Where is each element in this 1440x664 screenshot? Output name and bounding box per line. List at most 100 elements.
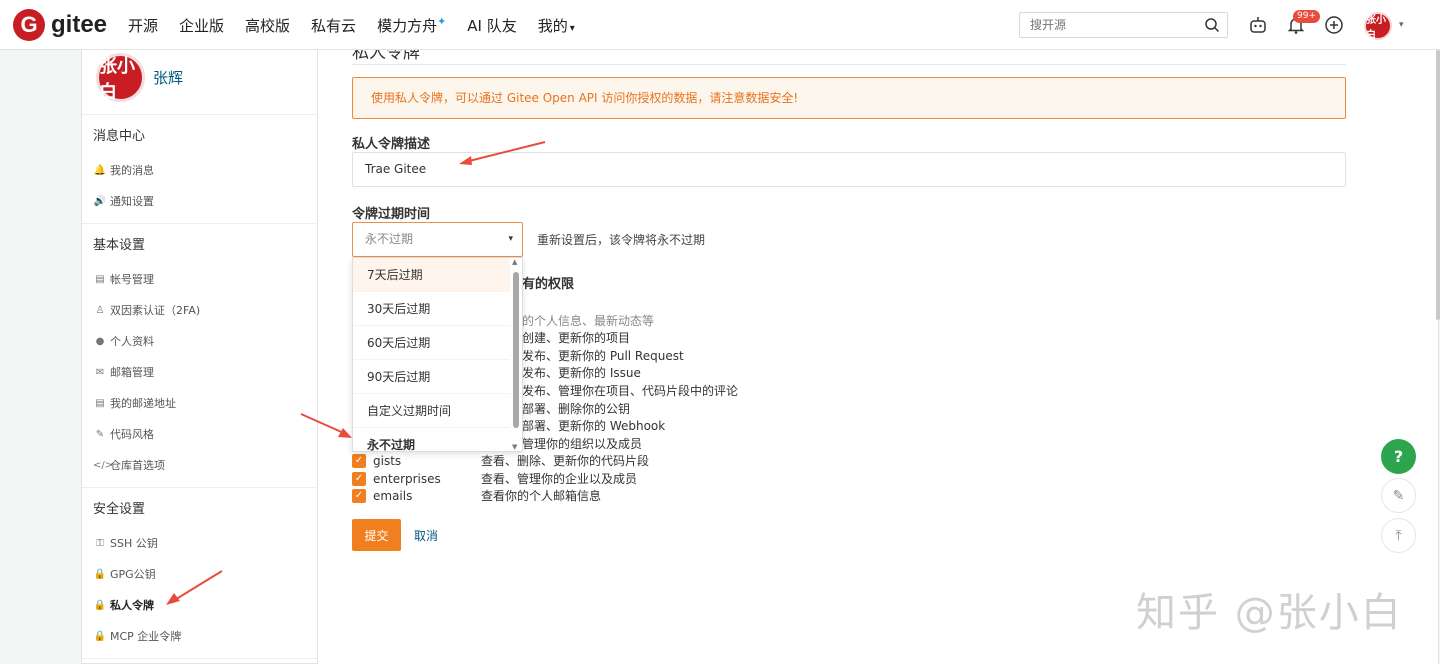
nav-education[interactable]: 高校版 bbox=[245, 15, 290, 36]
sidebar-item-label: 仓库首选项 bbox=[110, 459, 165, 472]
title-divider bbox=[352, 64, 1346, 65]
code-icon: </> bbox=[93, 460, 114, 471]
sidebar-item[interactable]: 🔒 私人令牌 bbox=[82, 590, 317, 621]
submit-button[interactable]: 提交 bbox=[352, 519, 401, 551]
key-icon: ⚿ bbox=[96, 538, 104, 549]
sidebar-item[interactable]: ♙ 双因素认证（2FA) bbox=[82, 295, 317, 326]
back-to-top-button[interactable]: ⤒ bbox=[1381, 518, 1416, 553]
expire-option[interactable]: 自定义过期时间 bbox=[353, 394, 510, 428]
cancel-link[interactable]: 取消 bbox=[414, 527, 438, 544]
dropdown-scrollbar[interactable]: ▲ ▼ bbox=[512, 258, 520, 451]
sidebar-profile: 张小白 张辉 bbox=[82, 50, 317, 115]
nav-private-cloud[interactable]: 私有云 bbox=[311, 15, 356, 36]
help-button[interactable]: ? bbox=[1381, 439, 1416, 474]
nav-ai-teammate[interactable]: AI 队友 bbox=[467, 15, 516, 36]
lock-icon: 🔒 bbox=[93, 600, 107, 611]
gitee-wordmark: gitee bbox=[51, 11, 108, 38]
sidebar-section: 消息中心 🔔 我的消息 🔊 通知设置 bbox=[82, 115, 317, 224]
perm-desc: 查看你的个人邮箱信息 bbox=[481, 489, 602, 503]
notification-badge: 99+ bbox=[1293, 10, 1320, 23]
sidebar-item[interactable]: ▤ 帐号管理 bbox=[82, 264, 317, 295]
checkbox-emails[interactable]: ✓ bbox=[352, 488, 366, 503]
gitee-logo[interactable]: G gitee bbox=[13, 9, 107, 41]
user-avatar[interactable]: 张小白 bbox=[1364, 12, 1392, 41]
search-input[interactable] bbox=[1020, 13, 1190, 37]
expire-option[interactable]: 60天后过期 bbox=[353, 326, 510, 360]
sidebar-item-label: 个人资料 bbox=[110, 335, 154, 348]
sidebar-item-label: GPG公钥 bbox=[110, 568, 156, 581]
bell-icon: 🔔 bbox=[93, 165, 107, 176]
nav-enterprise[interactable]: 企业版 bbox=[179, 15, 224, 36]
expire-select[interactable]: 永不过期 ▾ bbox=[352, 222, 523, 257]
sidebar-item[interactable]: 🔒 MCP 企业令牌 bbox=[82, 621, 317, 652]
checkbox-enterprises[interactable]: ✓ bbox=[352, 471, 366, 486]
sidebar-item[interactable]: ✉ 邮箱管理 bbox=[82, 357, 317, 388]
perm-desc-partial: 发布、管理你在项目、代码片段中的评论 bbox=[522, 384, 739, 398]
nav-open-source[interactable]: 开源 bbox=[128, 15, 158, 36]
expire-dropdown: 7天后过期 30天后过期 60天后过期 90天后过期 自定义过期时间 永不过期 … bbox=[352, 257, 523, 452]
sidebar-item[interactable]: ✎ 代码风格 bbox=[82, 419, 317, 450]
robot-icon[interactable] bbox=[1248, 15, 1268, 35]
expire-option[interactable]: 90天后过期 bbox=[353, 360, 510, 394]
expire-option[interactable]: 7天后过期 bbox=[353, 258, 510, 292]
plus-circle-icon[interactable] bbox=[1324, 15, 1344, 35]
security-notice: 使用私人令牌，可以通过 Gitee Open API 访问你授权的数据，请注意数… bbox=[352, 77, 1346, 119]
sidebar-item[interactable]: ● 个人资料 bbox=[82, 326, 317, 357]
search-icon[interactable] bbox=[1204, 17, 1220, 33]
feedback-button[interactable]: ✎ bbox=[1381, 478, 1416, 513]
sidebar-item-label: 代码风格 bbox=[110, 428, 154, 441]
sidebar-item-label: 邮箱管理 bbox=[110, 366, 154, 379]
expire-tip: 重新设置后，该令牌将永不过期 bbox=[537, 233, 706, 247]
top-navbar: G gitee 开源 企业版 高校版 私有云 模力方舟✦ AI 队友 我的▾ 9… bbox=[0, 0, 1440, 50]
scroll-up-icon[interactable]: ▲ bbox=[512, 258, 517, 266]
address-card-icon: ▤ bbox=[95, 398, 105, 409]
expire-select-value: 永不过期 bbox=[365, 232, 414, 246]
sidebar-item[interactable]: 🔒 GPG公钥 bbox=[82, 559, 317, 590]
permission-row-enterprises: ✓ enterprises 查看、管理你的企业以及成员 bbox=[352, 470, 637, 487]
perm-name: emails bbox=[373, 488, 413, 503]
sidebar-section-title: 基本设置 bbox=[93, 238, 146, 253]
id-card-icon: ▤ bbox=[95, 274, 105, 285]
sidebar-item-label: 通知设置 bbox=[110, 195, 154, 208]
sidebar-item[interactable]: </> 仓库首选项 bbox=[82, 450, 317, 481]
perm-desc-partial: 部署、更新你的 Webhook bbox=[522, 419, 666, 433]
sidebar-item[interactable]: 🔔 我的消息 bbox=[82, 155, 317, 186]
sidebar-item[interactable]: 🔊 通知设置 bbox=[82, 186, 317, 217]
perm-name: gists bbox=[373, 453, 402, 468]
expire-option[interactable]: 30天后过期 bbox=[353, 292, 510, 326]
sidebar-item[interactable]: ▤ 我的邮递地址 bbox=[82, 388, 317, 419]
desc-label: 私人令牌描述 bbox=[352, 137, 431, 152]
scroll-down-icon[interactable]: ▼ bbox=[512, 443, 517, 451]
profile-avatar[interactable]: 张小白 bbox=[96, 53, 145, 103]
token-description-input[interactable]: Trae Gitee bbox=[352, 152, 1346, 187]
sidebar-section-title: 消息中心 bbox=[93, 129, 146, 144]
lock-icon: 🔒 bbox=[93, 631, 107, 642]
perm-desc-partial: 部署、删除你的公钥 bbox=[522, 402, 631, 416]
profile-name[interactable]: 张辉 bbox=[153, 67, 183, 88]
page-scrollbar[interactable] bbox=[1436, 50, 1440, 320]
main-nav: 开源 企业版 高校版 私有云 模力方舟✦ AI 队友 我的 ▾ bbox=[128, 0, 596, 50]
scroll-thumb[interactable] bbox=[513, 272, 519, 428]
nav-mine[interactable]: 我的 ▾ bbox=[538, 15, 575, 36]
watermark: 知乎 @张小白 bbox=[1136, 590, 1403, 636]
sidebar-item-label: 我的邮递地址 bbox=[110, 397, 176, 410]
lock-icon: 🔒 bbox=[93, 569, 107, 580]
expire-option-selected[interactable]: 永不过期 bbox=[353, 428, 510, 451]
mail-icon: ✉ bbox=[95, 367, 105, 378]
expire-label: 令牌过期时间 bbox=[352, 207, 431, 222]
nav-moli-label: 模力方舟 bbox=[377, 16, 438, 35]
sidebar-section: 基本设置 ▤ 帐号管理 ♙ 双因素认证（2FA) ● 个人资料 ✉ 邮箱管理 ▤ 我的邮递地址 ✎ 代码… bbox=[82, 224, 317, 488]
settings-sidebar: 张小白 张辉 消息中心 🔔 我的消息 🔊 通知设置 基本设置 ▤ 帐号管理 ♙ 双因素认证（2FA… bbox=[81, 50, 318, 664]
nav-moli[interactable]: 模力方舟✦ bbox=[377, 15, 446, 36]
sidebar-sections: 消息中心 🔔 我的消息 🔊 通知设置 基本设置 ▤ 帐号管理 ♙ 双因素认证（2FA) ● 个人资料 ✉… bbox=[82, 115, 317, 659]
checkbox-gists[interactable]: ✓ bbox=[352, 453, 366, 468]
perm-desc: 查看、删除、更新你的代码片段 bbox=[481, 454, 650, 468]
sidebar-item-label: SSH 公钥 bbox=[110, 537, 158, 550]
sidebar-item[interactable]: ⚿ SSH 公钥 bbox=[82, 528, 317, 559]
user-menu-caret-icon[interactable]: ▾ bbox=[1399, 20, 1404, 30]
nav-mine-label: 我的 bbox=[537, 16, 568, 35]
chevron-down-icon: ▾ bbox=[508, 234, 513, 244]
user-shield-icon: ♙ bbox=[95, 305, 105, 316]
permissions-header: 有的权限 bbox=[522, 277, 575, 292]
speaker-icon: 🔊 bbox=[93, 196, 107, 207]
